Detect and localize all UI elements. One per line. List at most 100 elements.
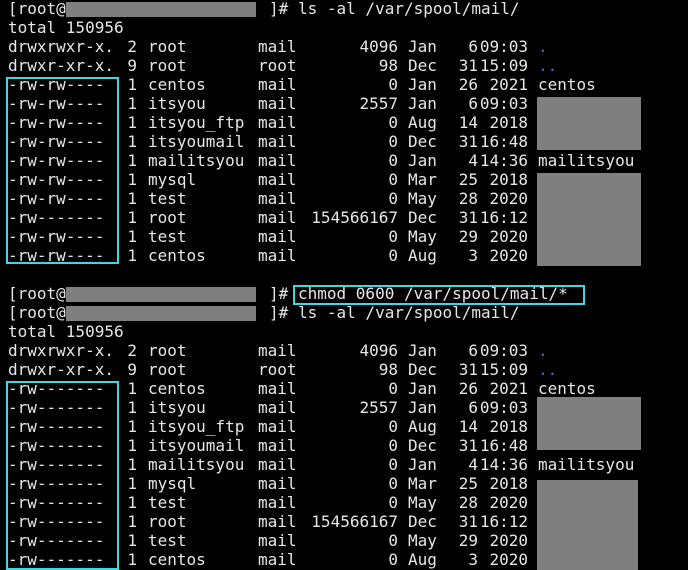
permissions: drwxrwxr-x. — [8, 341, 114, 360]
owner: itsyoumail — [148, 132, 245, 151]
day: 31 — [458, 360, 478, 379]
table-row[interactable]: drwxrwxr-x. 2 root mail 4096 Jan 6 09:03. — [8, 341, 680, 360]
owner: root — [148, 341, 187, 360]
time-or-year: 2020 — [489, 493, 528, 512]
month: May — [408, 227, 437, 246]
permissions: -rw------- — [8, 512, 105, 531]
command-text[interactable]: ls -al /var/spool/mail/ — [298, 0, 520, 18]
file-size: 0 — [388, 246, 398, 265]
month: Mar — [408, 474, 437, 493]
prompt-symbol: ]# — [269, 284, 289, 303]
month: Dec — [408, 512, 437, 531]
owner: itsyou — [148, 398, 206, 417]
file-name: . — [538, 341, 548, 360]
month: Jan — [408, 455, 437, 474]
day: 3 — [468, 246, 478, 265]
permissions: -rw-rw---- — [8, 113, 105, 132]
owner: test — [148, 531, 187, 550]
permissions: -rw------- — [8, 436, 105, 455]
table-row[interactable]: drwxr-xr-x. 9 root root 98 Dec 31 15:09.. — [8, 56, 680, 75]
group: mail — [258, 208, 297, 227]
redaction-block — [537, 480, 638, 570]
table-row[interactable]: drwxrwxr-x. 2 root mail 4096 Jan 6 09:03. — [8, 37, 680, 56]
link-count: 1 — [127, 208, 137, 227]
permissions: -rw-rw---- — [8, 189, 105, 208]
time-or-year: 2018 — [489, 170, 528, 189]
month: May — [408, 189, 437, 208]
file-name: .. — [538, 56, 558, 75]
day: 31 — [458, 512, 478, 531]
permissions: -rw-rw---- — [8, 94, 105, 113]
redaction-block — [537, 397, 641, 450]
group: root — [258, 56, 297, 75]
group: root — [258, 360, 297, 379]
month: Dec — [408, 132, 437, 151]
owner: root — [148, 208, 187, 227]
chmod-command-text[interactable]: chmod 0600 /var/spool/mail/* — [298, 284, 568, 303]
permissions: -rw-rw---- — [8, 132, 105, 151]
month: Jan — [408, 379, 437, 398]
table-row[interactable]: -rw------- 1 centos mail 0 Jan 26 2021 centos — [8, 379, 680, 398]
month: Aug — [408, 417, 437, 436]
month: Jan — [408, 341, 437, 360]
day: 6 — [468, 94, 478, 113]
owner: root — [148, 37, 187, 56]
link-count: 1 — [127, 75, 137, 94]
permissions: -rw-rw---- — [8, 151, 105, 170]
day: 14 — [458, 417, 478, 436]
link-count: 1 — [127, 512, 137, 531]
permissions: drwxrwxr-x. — [8, 37, 114, 56]
time-or-year: 09:03 — [479, 94, 528, 113]
link-count: 1 — [127, 436, 137, 455]
owner: mysql — [148, 170, 197, 189]
table-row[interactable]: -rw------- 1 mailitsyou mail 0 Jan 4 14:36 maili… — [8, 455, 680, 474]
day: 14 — [458, 113, 478, 132]
link-count: 2 — [127, 341, 137, 360]
owner: root — [148, 512, 187, 531]
total-blocks: total 150956 — [8, 322, 124, 341]
command-text[interactable]: ls -al /var/spool/mail/ — [298, 303, 520, 322]
day: 31 — [458, 208, 478, 227]
table-row[interactable]: -rw-rw---- 1 centos mail 0 Jan 26 2021 centos — [8, 75, 680, 94]
file-name: .. — [538, 360, 558, 379]
day: 3 — [468, 550, 478, 569]
owner: test — [148, 227, 187, 246]
month: Aug — [408, 246, 437, 265]
file-name: centos — [538, 379, 596, 398]
file-name: . — [538, 37, 548, 56]
time-or-year: 14:36 — [479, 151, 528, 170]
permissions: -rw------- — [8, 417, 105, 436]
time-or-year: 2020 — [489, 550, 528, 569]
file-size: 0 — [388, 417, 398, 436]
link-count: 1 — [127, 113, 137, 132]
group: mail — [258, 113, 297, 132]
time-or-year: 09:03 — [479, 341, 528, 360]
owner: itsyoumail — [148, 436, 245, 455]
month: Mar — [408, 170, 437, 189]
total-line: total 150956 — [8, 18, 680, 37]
time-or-year: 2021 — [489, 379, 528, 398]
table-row[interactable]: -rw-rw---- 1 mailitsyou mail 0 Jan 4 14:36 maili… — [8, 151, 680, 170]
prompt-symbol: ]# — [269, 0, 289, 18]
link-count: 2 — [127, 37, 137, 56]
permissions: -rw------- — [8, 550, 105, 569]
link-count: 1 — [127, 550, 137, 569]
group: mail — [258, 341, 297, 360]
time-or-year: 2020 — [489, 227, 528, 246]
day: 4 — [468, 151, 478, 170]
month: May — [408, 531, 437, 550]
terminal-window[interactable]: [root@]# ls -al /var/spool/mail/total 150… — [0, 0, 688, 570]
file-size: 4096 — [359, 341, 398, 360]
file-size: 98 — [378, 360, 398, 379]
file-name: mailitsyou — [538, 151, 635, 170]
day: 31 — [458, 56, 478, 75]
day: 4 — [468, 455, 478, 474]
day: 28 — [458, 189, 478, 208]
link-count: 1 — [127, 246, 137, 265]
table-row[interactable]: drwxr-xr-x. 9 root root 98 Dec 31 15:09.. — [8, 360, 680, 379]
link-count: 1 — [127, 132, 137, 151]
link-count: 1 — [127, 474, 137, 493]
group: mail — [258, 417, 297, 436]
time-or-year: 2018 — [489, 417, 528, 436]
permissions: -rw------- — [8, 208, 105, 227]
